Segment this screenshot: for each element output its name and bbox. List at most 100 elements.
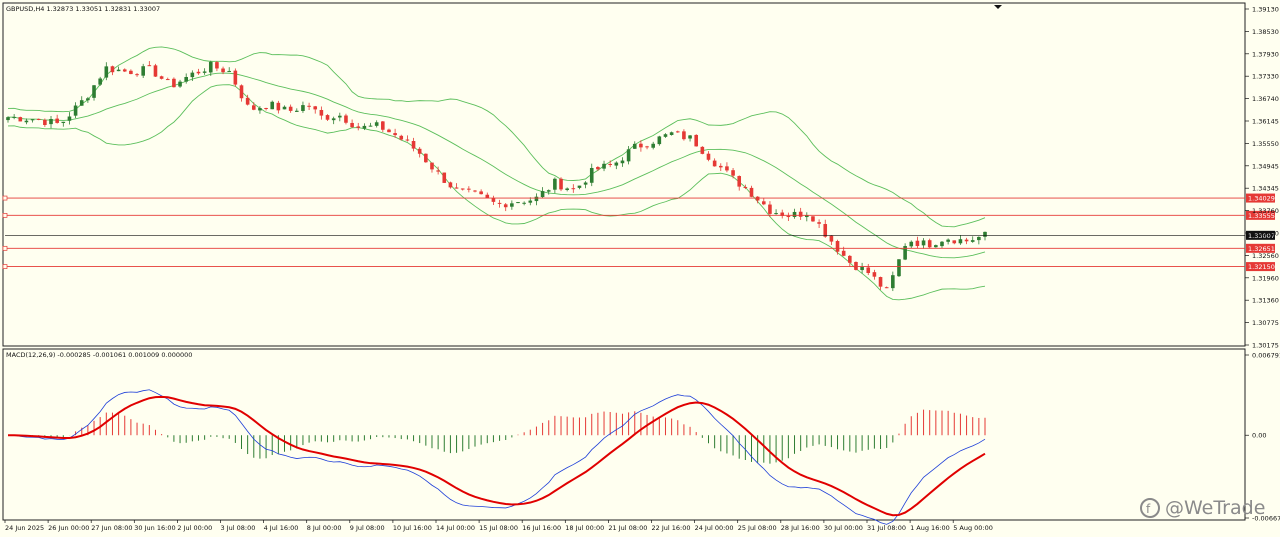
x-tick-label: 1 Aug 16:00 (910, 524, 950, 532)
candle-body (245, 97, 250, 105)
candle-body (669, 132, 674, 135)
candle-body (755, 196, 760, 201)
candle-body (817, 222, 821, 224)
candle-body (24, 120, 29, 123)
x-tick-label: 16 Jul 16:00 (522, 524, 561, 532)
candle (811, 216, 815, 222)
candle-body (12, 116, 16, 118)
candle-body (546, 190, 551, 192)
candle-body (897, 259, 901, 277)
candle-body (208, 61, 213, 73)
candle-body (135, 74, 139, 76)
candle-body (811, 216, 815, 222)
candle-body (977, 236, 981, 241)
x-tick-label: 26 Jun 00:00 (48, 524, 89, 532)
candle-body (682, 131, 686, 140)
x-tick-label: 21 Jul 08:00 (608, 524, 647, 532)
candle (442, 172, 447, 183)
macd-header: MACD(12,26,9) -0.000285 -0.001061 0.0010… (6, 351, 192, 359)
candle-body (202, 71, 207, 73)
candle-body (258, 108, 262, 111)
candle-body (516, 202, 520, 204)
candle-body (92, 85, 96, 98)
x-tick-label: 10 Jul 16:00 (393, 524, 432, 532)
candle-body (946, 239, 950, 242)
symbol-header: GBPUSD,H4 1.32873 1.33051 1.32831 1.3300… (6, 5, 160, 13)
x-tick-label: 9 Jul 08:00 (350, 524, 385, 532)
candle-body (712, 160, 717, 167)
candle-body (774, 213, 778, 215)
candle-body (424, 153, 428, 163)
candle-body (657, 136, 662, 145)
candle-body (61, 121, 66, 124)
candle-body (350, 122, 354, 128)
candle-body (374, 122, 379, 126)
x-tick-label: 24 Jun 2025 (5, 524, 44, 532)
candle-body (417, 148, 422, 154)
candle-body (67, 116, 72, 121)
candle-body (534, 196, 539, 202)
candle (270, 100, 275, 110)
candle-body (448, 182, 453, 188)
candle-body (934, 245, 938, 248)
candle-body (706, 153, 711, 160)
candle-body (288, 106, 293, 111)
candle-body (743, 186, 748, 189)
candle-body (30, 119, 35, 121)
candle-body (141, 66, 145, 76)
candle-body (829, 235, 834, 242)
candle-body (694, 134, 699, 147)
candle-body (792, 211, 797, 217)
x-tick-label: 5 Aug 00:00 (953, 524, 993, 532)
candle-body (848, 255, 852, 263)
candle (694, 134, 699, 147)
candle-body (522, 202, 526, 204)
candle-body (639, 143, 643, 148)
candle-body (675, 131, 680, 133)
candle-body (442, 172, 447, 183)
y-tick-label: 1.39130 (1252, 6, 1279, 14)
candle-body (927, 240, 932, 248)
candle-body (393, 133, 397, 136)
x-tick-label: 8 Jul 00:00 (307, 524, 342, 532)
candle-body (344, 115, 348, 123)
chart-window: 1.34029 1.33555 1.32651 1.32150 1.33007 1.391… (0, 0, 1280, 537)
candle-body (221, 68, 225, 73)
candle-body (110, 66, 115, 73)
level-price-label: 1.32150 (1248, 263, 1275, 271)
candle-body (460, 188, 465, 190)
candle-body (503, 204, 508, 208)
candle-body (872, 272, 877, 277)
candle-body (553, 178, 557, 190)
candle-body (909, 241, 914, 247)
y-tick-label: 1.35550 (1252, 140, 1279, 148)
candle-body (620, 160, 625, 164)
candle-body (510, 203, 514, 207)
candle-body (583, 182, 588, 185)
candle-body (436, 170, 440, 172)
candle-body (577, 185, 582, 188)
x-tick-label: 15 Jul 08:00 (479, 524, 518, 532)
candle-body (854, 261, 858, 270)
candle-body (49, 118, 53, 125)
candle-body (737, 176, 742, 187)
gbpusd-h4-chart[interactable]: 1.340291.335551.326511.321501.330071.391… (0, 0, 1280, 537)
macd-y-tick-label: 0.00 (1252, 432, 1266, 440)
macd-y-tick-label: 0.006791 (1252, 352, 1280, 360)
candle-body (718, 165, 723, 168)
candle-body (467, 188, 471, 190)
candle-body (860, 266, 864, 271)
level-anchor-icon (2, 264, 8, 269)
candle-body (841, 250, 846, 256)
candle-body (79, 100, 84, 106)
level-anchor-icon (2, 245, 8, 251)
y-tick-label: 1.30175 (1252, 342, 1279, 350)
candle (516, 201, 520, 204)
candle-body (411, 141, 416, 149)
candle-body (165, 79, 170, 81)
y-tick-label: 1.38530 (1252, 28, 1279, 36)
candle-body (387, 129, 391, 133)
candle-body (485, 194, 490, 199)
candle-body (798, 211, 803, 217)
candle-body (952, 240, 957, 244)
